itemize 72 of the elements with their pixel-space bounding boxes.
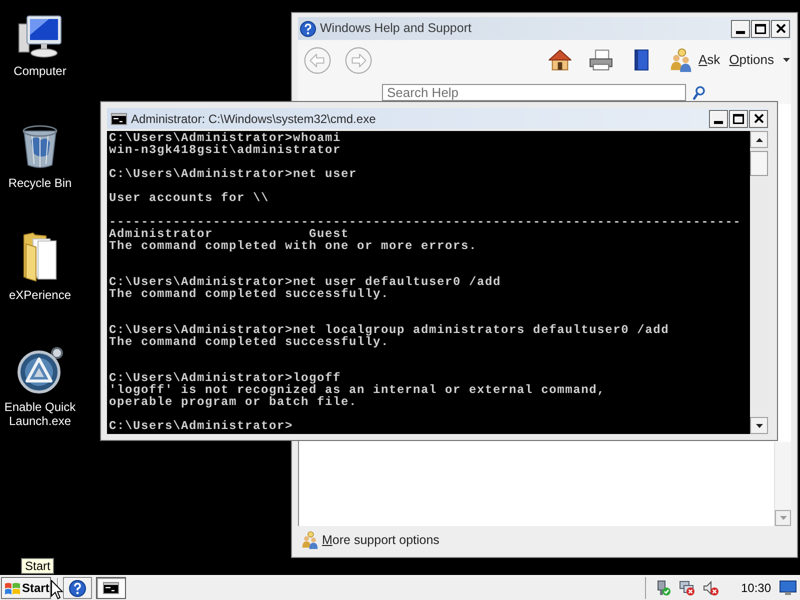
quick-launch-help-button[interactable] [63,577,92,599]
down-arrow-icon [756,424,762,428]
console-line: User accounts for \\ [109,192,270,204]
console-line: C:\Users\Administrator>net user defaultuser0 /add [109,276,502,288]
people-icon [668,48,692,72]
console-icon [111,112,127,124]
folder-icon[interactable] [23,232,57,282]
minimize-button[interactable] [709,110,728,128]
print-button[interactable] [588,47,614,73]
clock[interactable]: 10:30 [740,579,771,597]
console-line: 'logoff' is not recognized as an internal or external command, [109,384,606,396]
window-title: Windows Help and Support [320,20,472,38]
up-arrow-icon [756,138,762,142]
maximize-button[interactable] [729,110,748,128]
close-button[interactable] [749,110,768,128]
computer-icon[interactable] [18,15,62,58]
console-icon [103,582,119,594]
console-line: The command completed with one or more errors. [109,240,478,252]
scrollbar-thumb[interactable] [750,151,768,176]
maximize-button[interactable] [751,20,770,38]
desktop-icon-label[interactable]: Computer [1,64,79,78]
minimize-button[interactable] [731,20,750,38]
desktop-icon-label[interactable]: Recycle Bin [1,176,79,190]
window-title: Administrator: C:\Windows\system32\cmd.exe [131,110,377,128]
help-icon [69,580,86,596]
show-desktop-icon[interactable] [779,580,797,596]
scroll-down-button[interactable] [750,417,768,434]
console-line: C:\Users\Administrator>logoff [109,372,342,384]
close-icon [754,114,764,123]
book-icon [634,49,649,71]
tooltip: Start [21,558,54,574]
console-line: The command completed successfully. [109,288,390,300]
printer-icon [588,49,612,71]
down-arrow-icon [780,516,786,520]
console-line: The command completed successfully. [109,336,390,348]
console-line: C:\Users\Administrator>net localgroup administrators defaultuser0 /add [109,324,670,336]
flag-icon [5,582,20,594]
scroll-up-button[interactable] [750,131,768,148]
speaker-muted-icon[interactable] [702,580,719,596]
home-icon [548,49,572,71]
close-button[interactable] [771,20,790,38]
console-line: win-n3gk418gsit\administrator [109,144,342,156]
scrollbar-track[interactable] [774,442,791,526]
maximize-icon [755,24,766,34]
desktop-icon-label[interactable]: Enable Quick Launch.exe [1,400,79,428]
minimize-icon [736,30,745,34]
start-button[interactable]: Start [1,577,51,599]
recycle-bin-icon[interactable] [22,124,58,170]
network-error-icon[interactable] [678,580,695,596]
close-icon [776,24,786,33]
more-support-link[interactable]: More support options [322,530,440,550]
scrollbar-track[interactable] [750,131,768,434]
maximize-icon [733,114,744,124]
app-icon[interactable] [16,346,64,394]
console-line: C:\Users\Administrator>whoami [109,132,342,144]
desktop-icon-label[interactable]: eXPerience [1,288,79,302]
search-field[interactable]: Search Help [382,84,686,101]
minimize-icon [714,120,723,124]
plug-check-icon[interactable] [654,580,671,596]
console-line: ------------------------------------------------------------------------------- [109,216,742,228]
taskbar-button[interactable] [96,577,126,599]
console-line: C:\Users\Administrator>net user [109,168,358,180]
console-line: Administrator Guest [109,228,350,240]
ask-button[interactable]: Ask [668,47,720,73]
help-icon [300,20,316,36]
console-line: operable program or batch file. [109,396,358,408]
console-line: C:\Users\Administrator> [109,420,294,432]
home-button[interactable] [546,47,572,73]
support-people-icon [301,531,319,549]
options-menu-button[interactable]: Options [729,47,790,73]
caret-down-icon [783,58,790,62]
search-icon[interactable] [693,86,705,100]
